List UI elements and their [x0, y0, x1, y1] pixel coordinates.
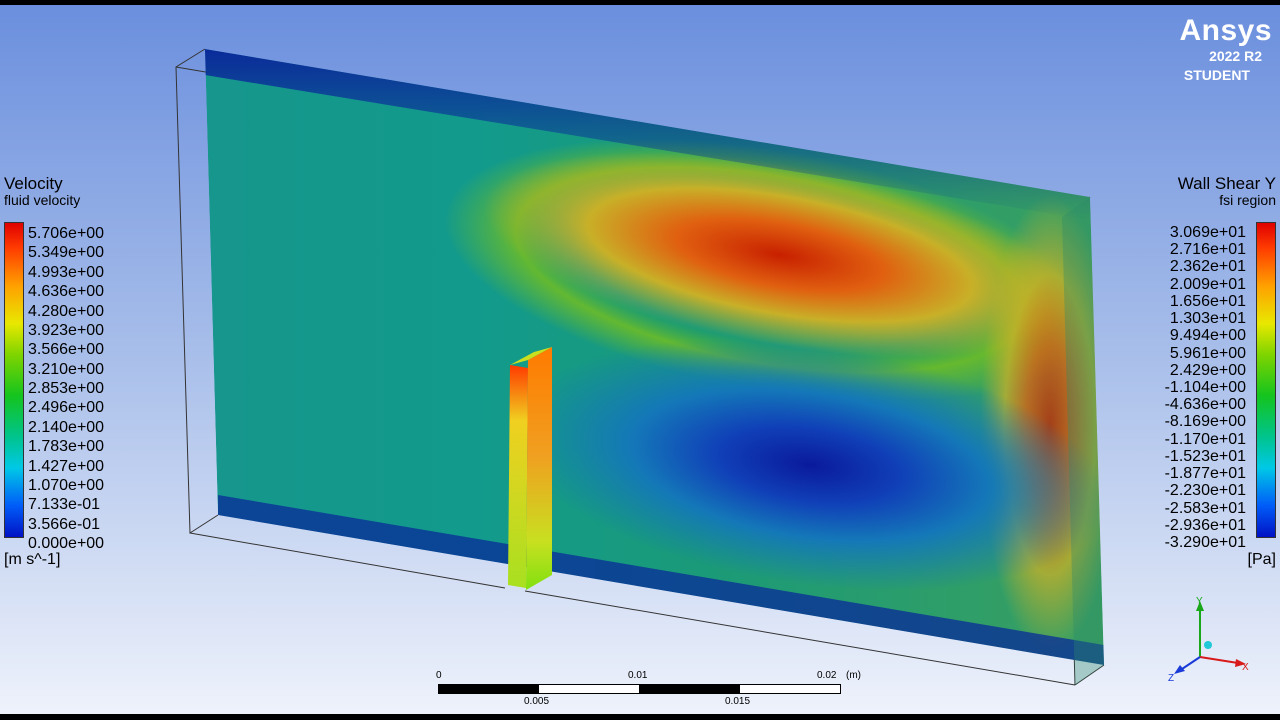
wall-shear-legend-title: Wall Shear Y	[1177, 174, 1276, 193]
ruler-segment	[438, 684, 539, 694]
legend-value: 2.009e+01	[1169, 275, 1246, 293]
ruler-label-0-02: 0.02	[817, 670, 837, 681]
logo-edition: STUDENT	[1183, 67, 1250, 83]
legend-value: -1.877e+01	[1164, 465, 1246, 483]
velocity-legend[interactable]: Velocity fluid velocity 5.706e+00 5.349e+…	[4, 174, 104, 568]
ruler-segment	[639, 684, 740, 694]
legend-value: 9.494e+00	[1169, 327, 1246, 345]
logo-version: 2022 R2	[1209, 48, 1262, 64]
legend-value: 1.070e+00	[28, 476, 105, 494]
legend-value: 3.210e+00	[28, 360, 105, 378]
triad-x-label: X	[1242, 662, 1249, 673]
legend-value: 3.566e-01	[28, 515, 101, 533]
legend-value: 2.496e+00	[28, 399, 105, 417]
velocity-legend-subtitle: fluid velocity	[4, 192, 81, 208]
ruler-unit: (m)	[846, 670, 861, 681]
legend-value: 7.133e-01	[28, 496, 101, 514]
legend-value: 3.069e+01	[1169, 224, 1246, 241]
axis-triad[interactable]: Y X Z	[1160, 595, 1250, 685]
legend-value: 1.656e+01	[1169, 292, 1246, 310]
3d-viewport[interactable]: Ansys 2022 R2 STUDENT Velocity fluid vel…	[0, 0, 1280, 720]
velocity-legend-unit: [m s^-1]	[4, 551, 61, 568]
ruler-segment	[739, 684, 841, 694]
wall-shear-legend-values: 3.069e+01 2.716e+01 2.362e+01 2.009e+01 1.65…	[1165, 224, 1246, 551]
velocity-legend-values: 5.706e+00 5.349e+00 4.993e+00 4.636e+00 4.28…	[28, 224, 104, 553]
ansys-logo: Ansys 2022 R2 STUDENT	[1179, 15, 1272, 85]
velocity-color-bar	[4, 222, 24, 538]
legend-value: -1.104e+00	[1164, 378, 1246, 396]
ruler-label-0-01: 0.01	[628, 670, 648, 681]
legend-value: -2.936e+01	[1164, 516, 1246, 534]
ruler-label-0-015: 0.015	[725, 696, 751, 707]
wall-shear-color-bar	[1256, 222, 1276, 538]
legend-value: 1.303e+01	[1169, 310, 1246, 328]
velocity-legend-title: Velocity	[4, 174, 63, 193]
velocity-contour-plane	[205, 49, 1104, 665]
legend-value: 5.349e+00	[28, 244, 105, 262]
legend-value: -8.169e+00	[1164, 413, 1246, 431]
legend-value: 4.993e+00	[28, 263, 105, 281]
wall-shear-legend-unit: [Pa]	[1247, 551, 1276, 568]
legend-value: 4.636e+00	[28, 283, 105, 301]
legend-value: 3.923e+00	[28, 321, 105, 339]
legend-value: 2.140e+00	[28, 418, 105, 436]
legend-value: 3.566e+00	[28, 341, 105, 359]
legend-value: -2.230e+01	[1164, 482, 1246, 500]
legend-value: 1.783e+00	[28, 438, 105, 456]
legend-value: 2.362e+01	[1169, 258, 1246, 276]
legend-value: 4.280e+00	[28, 302, 105, 320]
legend-value: 2.716e+01	[1169, 241, 1246, 259]
ruler-label-0: 0	[436, 670, 442, 681]
triad-z-label: Z	[1168, 673, 1174, 684]
cfd-contour-scene[interactable]	[0, 5, 1280, 725]
legend-value: -2.583e+01	[1164, 499, 1246, 517]
legend-value: 5.706e+00	[28, 225, 105, 242]
legend-value: -4.636e+00	[1164, 396, 1246, 414]
legend-value: -1.523e+01	[1164, 447, 1246, 465]
logo-brand: Ansys	[1179, 14, 1272, 47]
legend-value: 2.853e+00	[28, 380, 105, 397]
legend-value: -1.170e+01	[1164, 430, 1246, 448]
legend-value: 1.427e+00	[28, 457, 105, 475]
wall-shear-legend-subtitle: fsi region	[1219, 192, 1276, 208]
ruler-label-0-005: 0.005	[524, 696, 550, 707]
legend-value: 5.961e+00	[1169, 344, 1246, 362]
ruler-segment	[538, 684, 640, 694]
legend-value: 2.429e+00	[1169, 361, 1246, 379]
scale-ruler: 0 0.01 0.02 (m) 0.005 0.015	[436, 668, 861, 708]
legend-value: -3.290e+01	[1164, 533, 1246, 551]
triad-y-label: Y	[1196, 596, 1203, 607]
fsi-baffle	[508, 347, 552, 590]
